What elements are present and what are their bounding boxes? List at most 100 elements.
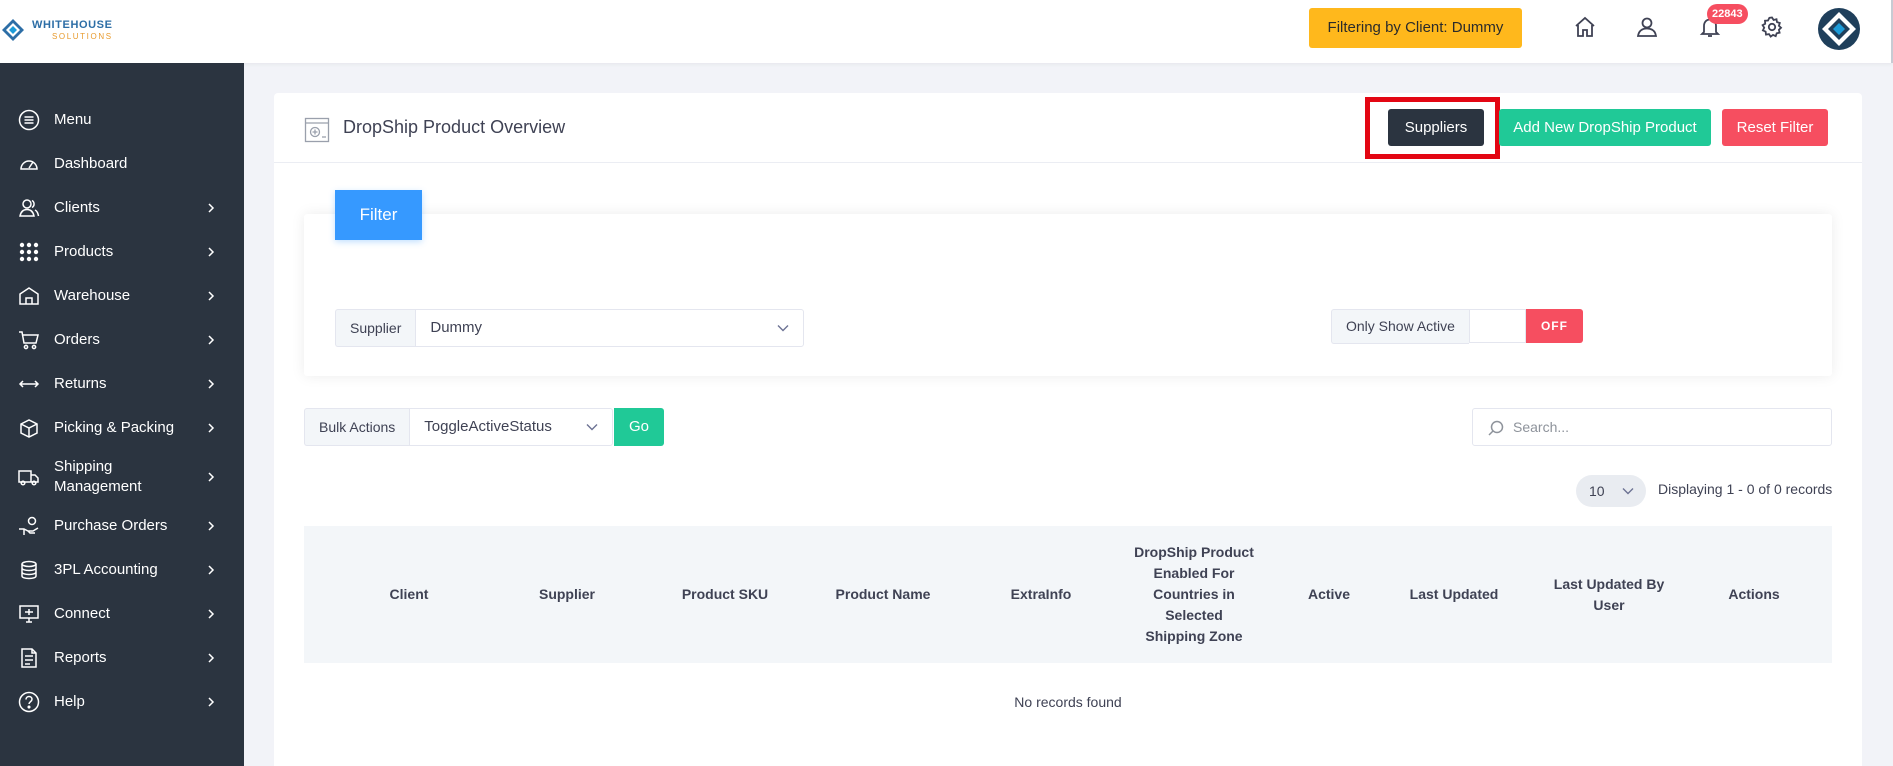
chevron-right-icon [208, 203, 215, 213]
sidebar-item-purchase-orders[interactable]: Purchase Orders [0, 508, 244, 544]
avatar[interactable] [1818, 8, 1860, 50]
bulk-actions-select[interactable]: ToggleActiveStatus [409, 408, 614, 446]
chevron-down-icon [586, 424, 598, 431]
bulk-actions-label: Bulk Actions [304, 408, 410, 446]
filter-tab[interactable]: Filter [335, 190, 422, 240]
search-placeholder: Search... [1513, 419, 1570, 435]
bulk-actions-value: ToggleActiveStatus [424, 418, 552, 435]
sidebar-item-reports[interactable]: Reports [0, 640, 244, 676]
column-header-active[interactable]: Active [1284, 526, 1374, 663]
user-icon[interactable] [1632, 12, 1662, 42]
top-bar: WHITEHOUSE SOLUTIONS Filtering by Client… [0, 0, 1893, 63]
search-input[interactable]: Search... [1472, 408, 1832, 446]
truck-icon [17, 465, 41, 489]
sidebar-item-picking-packing[interactable]: Picking & Packing [0, 410, 244, 446]
chevron-right-icon [208, 697, 215, 707]
chevron-right-icon [208, 653, 215, 663]
chevron-right-icon [208, 379, 215, 389]
sidebar-item-label: 3PL Accounting [54, 561, 158, 578]
logo-diamond-icon [2, 19, 24, 41]
column-header-dropship-enabled-countries[interactable]: DropShip Product Enabled For Countries i… [1134, 526, 1254, 663]
sidebar-item-products[interactable]: Products [0, 234, 244, 270]
card-header: DropShip Product Overview Suppliers Add … [274, 93, 1862, 163]
report-icon [17, 646, 41, 670]
clients-icon [17, 196, 41, 220]
column-header-last-updated[interactable]: Last Updated [1389, 526, 1519, 663]
gear-icon[interactable] [1757, 12, 1787, 42]
supplier-label: Supplier [335, 309, 416, 347]
page-size-value: 10 [1589, 483, 1605, 499]
column-header-product-sku[interactable]: Product SKU [670, 526, 780, 663]
table-header: Client Supplier Product SKU Product Name… [304, 526, 1832, 663]
chevron-right-icon [208, 247, 215, 257]
home-icon[interactable] [1570, 12, 1600, 42]
sidebar-item-help[interactable]: Help [0, 684, 244, 720]
suppliers-button[interactable]: Suppliers [1388, 109, 1484, 146]
menu-icon [17, 108, 41, 132]
sidebar-item-clients[interactable]: Clients [0, 190, 244, 226]
chevron-down-icon [1622, 488, 1634, 495]
dashboard-icon [17, 152, 41, 176]
records-info: Displaying 1 - 0 of 0 records [1658, 481, 1833, 497]
supplier-filter: Supplier Dummy [335, 309, 805, 347]
chevron-right-icon [208, 472, 215, 482]
sidebar-item-label: Returns [54, 375, 107, 392]
product-overview-icon [304, 117, 330, 143]
returns-icon [17, 372, 41, 396]
hand-coin-icon [17, 514, 41, 538]
only-show-active-label: Only Show Active [1331, 309, 1469, 344]
chevron-right-icon [208, 291, 215, 301]
only-show-active-toggle-off[interactable]: OFF [1525, 309, 1583, 343]
sidebar-item-label: Products [54, 243, 114, 260]
sidebar-item-label: Help [54, 693, 85, 710]
go-button[interactable]: Go [614, 408, 664, 446]
chevron-right-icon [208, 335, 215, 345]
filter-panel: Supplier Dummy Only Show Active OFF [304, 214, 1832, 376]
sidebar-item-connect[interactable]: Connect [0, 596, 244, 632]
sidebar-item-label: Connect [54, 605, 110, 622]
column-header-client[interactable]: Client [354, 526, 464, 663]
grid-icon [17, 240, 41, 264]
cart-icon [17, 328, 41, 352]
sidebar-item-warehouse[interactable]: Warehouse [0, 278, 244, 314]
add-dropship-product-button[interactable]: Add New DropShip Product [1499, 109, 1711, 146]
monitor-icon [17, 602, 41, 626]
sidebar-item-label: Reports [54, 649, 107, 666]
sidebar-item-returns[interactable]: Returns [0, 366, 244, 402]
sidebar-item-label: Dashboard [54, 155, 128, 172]
chevron-right-icon [208, 565, 215, 575]
chevron-right-icon [208, 423, 215, 433]
supplier-value: Dummy [430, 319, 483, 336]
supplier-select[interactable]: Dummy [415, 309, 805, 347]
page-size-select[interactable]: 10 [1576, 475, 1646, 507]
reset-filter-button[interactable]: Reset Filter [1722, 109, 1828, 146]
column-header-supplier[interactable]: Supplier [512, 526, 622, 663]
page-title: DropShip Product Overview [343, 117, 566, 137]
column-header-last-updated-by-user[interactable]: Last Updated By User [1549, 526, 1669, 663]
sidebar-item-label: Picking & Packing [54, 419, 175, 436]
search-icon [1488, 420, 1504, 436]
main-card: DropShip Product Overview Suppliers Add … [274, 93, 1862, 766]
notification-badge: 22843 [1707, 4, 1748, 24]
sidebar-item-label: Purchase Orders [54, 517, 168, 534]
sidebar: Menu Dashboard Clients Products Warehous… [0, 63, 244, 766]
sidebar-item-label: Menu [54, 111, 92, 128]
sidebar-item-shipping-management[interactable]: Shipping Management [0, 454, 244, 500]
sidebar-item-dashboard[interactable]: Dashboard [0, 146, 244, 182]
chevron-right-icon [208, 521, 215, 531]
accounting-icon [17, 558, 41, 582]
brand-name: WHITEHOUSE [32, 19, 113, 31]
chevron-right-icon [208, 609, 215, 619]
column-header-product-name[interactable]: Product Name [818, 526, 948, 663]
sidebar-item-label: Shipping Management [54, 458, 142, 495]
sidebar-item-label: Clients [54, 199, 100, 216]
only-show-active-toggle-on[interactable] [1468, 309, 1526, 343]
sidebar-item-orders[interactable]: Orders [0, 322, 244, 358]
sidebar-item-menu[interactable]: Menu [0, 102, 244, 138]
brand-logo[interactable]: WHITEHOUSE SOLUTIONS [2, 16, 122, 44]
column-header-extrainfo[interactable]: ExtraInfo [986, 526, 1096, 663]
warehouse-icon [17, 284, 41, 308]
client-filter-chip[interactable]: Filtering by Client: Dummy [1309, 8, 1522, 48]
sidebar-item-label: Orders [54, 331, 100, 348]
sidebar-item-3pl-accounting[interactable]: 3PL Accounting [0, 552, 244, 588]
